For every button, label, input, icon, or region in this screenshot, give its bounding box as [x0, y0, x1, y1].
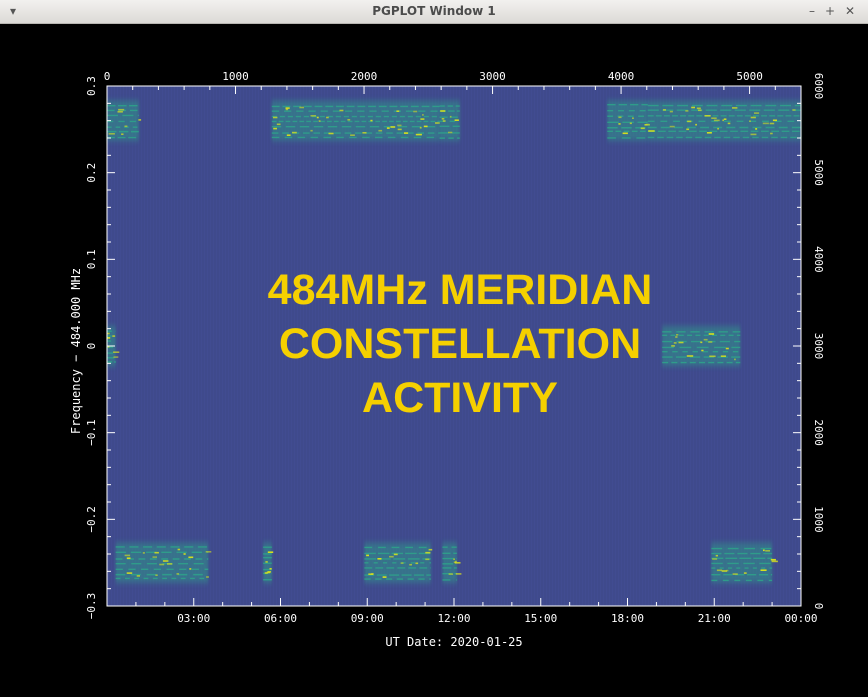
activity-band [647, 100, 801, 141]
x-axis-label: UT Date: 2020-01-25 [385, 635, 522, 649]
right-tick-label: 2000 [812, 419, 825, 446]
x-tick-label: 00:00 [784, 612, 817, 625]
title-bar[interactable]: ▾ PGPLOT Window 1 – + ✕ [0, 0, 868, 24]
x-tick-label: 21:00 [698, 612, 731, 625]
top-tick-label: 4000 [608, 70, 635, 83]
activity-band [439, 100, 460, 141]
y-tick-label: −0.2 [85, 506, 98, 533]
overlay-title-line: ACTIVITY [362, 374, 558, 422]
plot-canvas: 03:00 06:00 09:00 12:00 15:00 18:00 21:00 00:00… [0, 24, 868, 693]
top-tick-label: 3000 [479, 70, 506, 83]
top-tick-label: 1000 [222, 70, 249, 83]
right-tick-label: 1000 [812, 506, 825, 533]
y-tick-label: 0 [85, 343, 98, 350]
right-tick-label: 3000 [812, 333, 825, 360]
top-tick-label: 0 [104, 70, 111, 83]
x-tick-label: 15:00 [524, 612, 557, 625]
x-tick-label: 12:00 [437, 612, 470, 625]
y-tick-label: −0.1 [85, 419, 98, 446]
window-title: PGPLOT Window 1 [372, 4, 496, 18]
activity-band [662, 326, 741, 366]
maximize-icon[interactable]: + [822, 3, 838, 19]
activity-band [607, 100, 650, 141]
spectrogram-chart: 03:00 06:00 09:00 12:00 15:00 18:00 21:00 00:00… [69, 70, 825, 649]
y-tick-label: 0.3 [85, 76, 98, 96]
right-tick-label: 0 [812, 603, 825, 610]
x-tick-label: 06:00 [264, 612, 297, 625]
y-axis-label: Frequency − 484.000 MHz [69, 268, 83, 434]
y-tick-label: 0.1 [85, 249, 98, 269]
y-tick-label: −0.3 [85, 593, 98, 620]
overlay-title-line: 484MHz MERIDIAN [268, 266, 653, 314]
top-tick-label: 5000 [736, 70, 763, 83]
close-icon[interactable]: ✕ [842, 3, 858, 19]
activity-band [115, 542, 212, 583]
x-tick-label: 09:00 [351, 612, 384, 625]
right-tick-label: 5000 [812, 159, 825, 186]
overlay-title-line: CONSTELLATION [279, 320, 641, 368]
activity-band [711, 542, 778, 583]
activity-band [263, 542, 274, 583]
right-tick-label: 6000 [812, 73, 825, 100]
right-tick-label: 4000 [812, 246, 825, 272]
activity-band [364, 542, 433, 583]
minimize-icon[interactable]: – [804, 3, 820, 19]
activity-band [271, 100, 440, 141]
y-tick-label: 0.2 [85, 163, 98, 183]
pgplot-window: ▾ PGPLOT Window 1 – + ✕ 03:00 06:00 09:00 1… [0, 0, 868, 693]
activity-band [107, 100, 142, 141]
x-tick-label: 03:00 [177, 612, 210, 625]
x-tick-label: 18:00 [611, 612, 644, 625]
top-tick-label: 2000 [351, 70, 378, 83]
